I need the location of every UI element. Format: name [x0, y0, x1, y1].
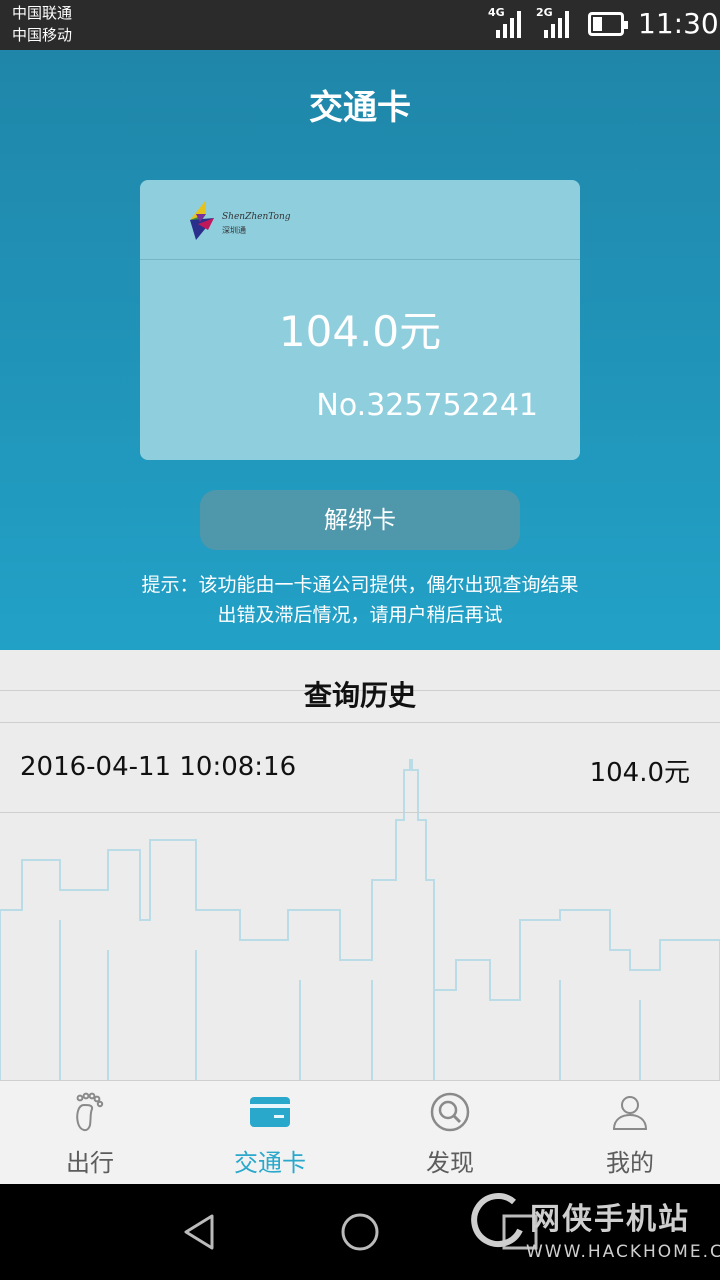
- history-row-datetime: 2016-04-11 10:08:16: [20, 752, 297, 782]
- signal-4g-icon: 4G: [488, 6, 526, 44]
- card-header-section: 交通卡 ShenZhenTong 深圳通 104.0元 No.325752241…: [0, 50, 720, 650]
- user-icon: [612, 1096, 648, 1130]
- tab-travel[interactable]: 出行: [0, 1081, 180, 1185]
- footprint-icon: [76, 1092, 104, 1131]
- battery-level: [593, 17, 603, 31]
- card-icon: [250, 1097, 290, 1127]
- battery-icon: [588, 12, 628, 36]
- tab-transit-card[interactable]: 交通卡: [180, 1081, 360, 1185]
- notice-line-1: 提示：该功能由一卡通公司提供，偶尔出现查询结果: [141, 574, 579, 596]
- notice-line-2: 出错及滞后情况，请用户稍后再试: [217, 604, 503, 626]
- search-icon: [430, 1092, 470, 1132]
- history-header-divider: [0, 722, 720, 723]
- carrier-2: 中国移动: [12, 26, 73, 44]
- history-row-divider: [0, 812, 720, 813]
- card-balance: 104.0元: [278, 307, 442, 356]
- carrier-info: 中国联通 中国移动: [12, 2, 72, 46]
- tab-discover[interactable]: 发现: [360, 1081, 540, 1185]
- tab-label-transit-card: 交通卡: [234, 1149, 306, 1177]
- notice-text: 提示：该功能由一卡通公司提供，偶尔出现查询结果 出错及滞后情况，请用户稍后再试: [60, 570, 660, 630]
- city-skyline-illustration: [0, 759, 720, 1080]
- card-logo-area: ShenZhenTong 深圳通: [140, 180, 580, 260]
- logo-subtext: 深圳通: [222, 226, 246, 235]
- query-history-section: 查询历史 2016-04-11 10:08:16 104.0元: [0, 650, 720, 1080]
- transit-card[interactable]: ShenZhenTong 深圳通 104.0元 No.325752241: [140, 180, 580, 460]
- watermark-text: 网侠手机站: [530, 1202, 690, 1237]
- tab-label-me: 我的: [606, 1149, 654, 1177]
- bottom-tab-bar: 出行 交通卡 发现 我的: [0, 1080, 720, 1184]
- carrier-1: 中国联通: [12, 4, 73, 22]
- network-type-1: 4G: [488, 6, 505, 19]
- history-row-amount: 104.0元: [589, 758, 690, 788]
- status-bar: 中国联通 中国移动 4G 2G 11:30: [0, 0, 720, 50]
- logo-text: ShenZhenTong: [222, 212, 291, 222]
- tab-me[interactable]: 我的: [540, 1081, 720, 1185]
- tab-label-travel: 出行: [66, 1149, 114, 1177]
- watermark: 网侠手机站 WWW.HACKHOME.COM: [470, 1190, 720, 1275]
- tab-label-discover: 发现: [426, 1149, 474, 1177]
- card-number: No.325752241: [316, 388, 538, 423]
- watermark-logo-icon: [471, 1193, 523, 1248]
- history-title: 查询历史: [303, 679, 416, 712]
- clock: 11:30: [638, 7, 719, 40]
- watermark-url: WWW.HACKHOME.COM: [526, 1242, 720, 1262]
- page-title: 交通卡: [309, 88, 411, 128]
- signal-2g-icon: 2G: [536, 6, 574, 44]
- network-type-2: 2G: [536, 6, 553, 19]
- shenzhentong-logo-icon: [190, 200, 214, 240]
- unbind-card-button[interactable]: 解绑卡: [200, 490, 520, 550]
- home-icon[interactable]: [340, 1212, 380, 1252]
- back-icon[interactable]: [180, 1212, 220, 1252]
